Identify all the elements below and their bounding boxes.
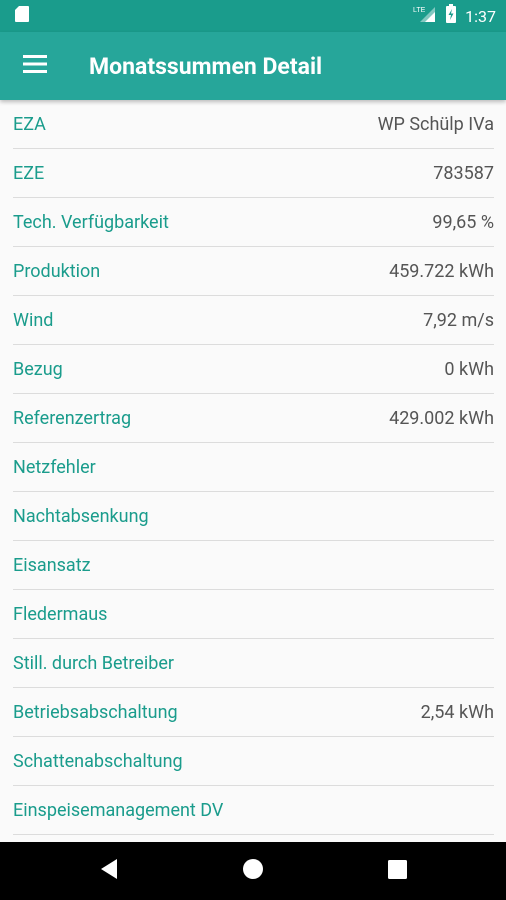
detail-row-value: 99,65 % <box>432 211 494 233</box>
detail-row-value: 2,54 kWh <box>420 701 494 723</box>
battery-charging-icon <box>445 4 457 28</box>
menu-button[interactable] <box>0 32 70 100</box>
status-time: 1:37 <box>465 6 496 26</box>
detail-row[interactable]: EZA WP Schülp IVa <box>13 100 494 149</box>
home-circle-icon <box>242 858 264 884</box>
status-bar: LTE 1:37 <box>0 0 506 32</box>
back-button[interactable] <box>37 842 181 900</box>
detail-row-label: Netzfehler <box>13 456 96 478</box>
detail-row-value: 783587 <box>433 162 494 184</box>
detail-row[interactable]: Netzfehler <box>13 443 494 492</box>
detail-row[interactable]: Referenzertrag 429.002 kWh <box>13 394 494 443</box>
detail-row[interactable]: Bezug 0 kWh <box>13 345 494 394</box>
detail-row-label: Betriebsabschaltung <box>13 701 178 723</box>
recents-square-icon <box>387 859 407 883</box>
detail-row[interactable]: Tech. Verfügbarkeit 99,65 % <box>13 198 494 247</box>
detail-row[interactable] <box>13 835 494 842</box>
detail-row-label: Fledermaus <box>13 603 108 625</box>
detail-row[interactable]: Einspeisemanagement DV <box>13 786 494 835</box>
detail-row[interactable]: Still. durch Betreiber <box>13 639 494 688</box>
detail-row[interactable]: Betriebsabschaltung 2,54 kWh <box>13 688 494 737</box>
detail-row-label: Wind <box>13 309 54 331</box>
detail-row-label: Eisansatz <box>13 554 91 576</box>
detail-row-value: WP Schülp IVa <box>377 113 494 135</box>
detail-row-label: Tech. Verfügbarkeit <box>13 211 169 233</box>
detail-row[interactable]: Eisansatz <box>13 541 494 590</box>
detail-row[interactable]: EZE 783587 <box>13 149 494 198</box>
detail-row[interactable]: Nachtabsenkung <box>13 492 494 541</box>
hamburger-menu-icon <box>23 55 47 77</box>
page-title: Monatssummen Detail <box>89 52 323 80</box>
back-triangle-icon <box>99 858 119 884</box>
detail-row-value: 7,92 m/s <box>423 309 494 331</box>
detail-row-label: EZA <box>13 113 46 135</box>
detail-row-label: Produktion <box>13 260 101 282</box>
detail-row-value: 429.002 kWh <box>389 407 494 429</box>
app-bar: Monatssummen Detail <box>0 32 506 100</box>
lte-signal-icon: LTE <box>413 5 437 27</box>
sd-card-icon <box>14 5 30 27</box>
network-type-label: LTE <box>413 7 426 14</box>
detail-row[interactable]: Wind 7,92 m/s <box>13 296 494 345</box>
detail-list[interactable]: EZA WP Schülp IVa EZE 783587 Tech. Verfügbar… <box>0 100 506 842</box>
detail-row-value: 459.722 kWh <box>389 260 494 282</box>
detail-row-label: EZE <box>13 162 45 184</box>
detail-row-label: Bezug <box>13 358 63 380</box>
detail-row-value: 0 kWh <box>444 358 494 380</box>
detail-row-label: Nachtabsenkung <box>13 505 149 527</box>
detail-row-label: Einspeisemanagement DV <box>13 799 224 821</box>
recents-button[interactable] <box>325 842 469 900</box>
detail-row[interactable]: Produktion 459.722 kWh <box>13 247 494 296</box>
home-button[interactable] <box>181 842 325 900</box>
detail-row-label: Still. durch Betreiber <box>13 652 174 674</box>
system-navigation-bar <box>0 842 506 900</box>
detail-row[interactable]: Fledermaus <box>13 590 494 639</box>
detail-row[interactable]: Schattenabschaltung <box>13 737 494 786</box>
detail-row-label: Referenzertrag <box>13 407 132 429</box>
detail-row-label: Schattenabschaltung <box>13 750 183 772</box>
